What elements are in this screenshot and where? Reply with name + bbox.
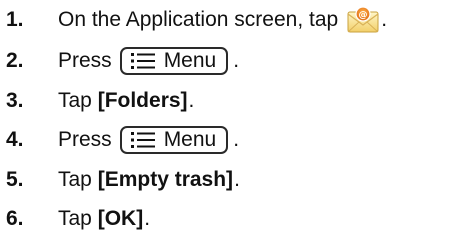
step-content: Tap [Empty trash] . bbox=[58, 162, 240, 198]
step-number: 1. bbox=[6, 8, 24, 31]
step-bold-text: [OK] bbox=[97, 207, 144, 230]
step-number: 3. bbox=[6, 89, 24, 112]
step-end: . bbox=[381, 8, 388, 31]
step-1: 1. On the Application screen, tap @ . bbox=[0, 2, 475, 38]
step-number: 4. bbox=[6, 128, 24, 151]
email-app-icon: @ bbox=[346, 5, 380, 35]
step-text: On the Application screen, tap bbox=[58, 8, 339, 31]
step-3: 3. Tap [Folders] . bbox=[0, 83, 475, 119]
menu-icon bbox=[130, 51, 156, 71]
step-end: . bbox=[144, 207, 151, 230]
step-content: Tap [OK] . bbox=[58, 201, 150, 237]
step-end: . bbox=[233, 128, 240, 151]
step-4: 4. Press Menu . bbox=[0, 122, 475, 158]
step-5: 5. Tap [Empty trash] . bbox=[0, 162, 475, 198]
menu-key-label: Menu bbox=[163, 49, 217, 72]
menu-key: Menu bbox=[119, 126, 229, 154]
step-2: 2. Press Menu . bbox=[0, 43, 475, 79]
svg-text:@: @ bbox=[359, 11, 368, 21]
step-text: Tap bbox=[58, 207, 92, 230]
step-end: . bbox=[188, 89, 195, 112]
step-text: Press bbox=[58, 49, 112, 72]
step-number: 5. bbox=[6, 168, 24, 191]
step-end: . bbox=[233, 49, 240, 72]
step-content: Press Menu . bbox=[58, 43, 239, 79]
menu-icon bbox=[130, 130, 156, 150]
step-bold-text: [Empty trash] bbox=[97, 168, 234, 191]
step-content: On the Application screen, tap @ . bbox=[58, 2, 387, 38]
step-bold-text: [Folders] bbox=[97, 89, 188, 112]
step-6: 6. Tap [OK] . bbox=[0, 201, 475, 237]
step-text: Tap bbox=[58, 168, 92, 191]
step-content: Press Menu . bbox=[58, 122, 239, 158]
menu-key-label: Menu bbox=[163, 128, 217, 151]
step-content: Tap [Folders] . bbox=[58, 83, 194, 119]
step-number: 2. bbox=[6, 49, 24, 72]
step-text: Press bbox=[58, 128, 112, 151]
step-text: Tap bbox=[58, 89, 92, 112]
step-end: . bbox=[234, 168, 240, 191]
menu-key: Menu bbox=[119, 47, 229, 75]
step-number: 6. bbox=[6, 207, 24, 230]
